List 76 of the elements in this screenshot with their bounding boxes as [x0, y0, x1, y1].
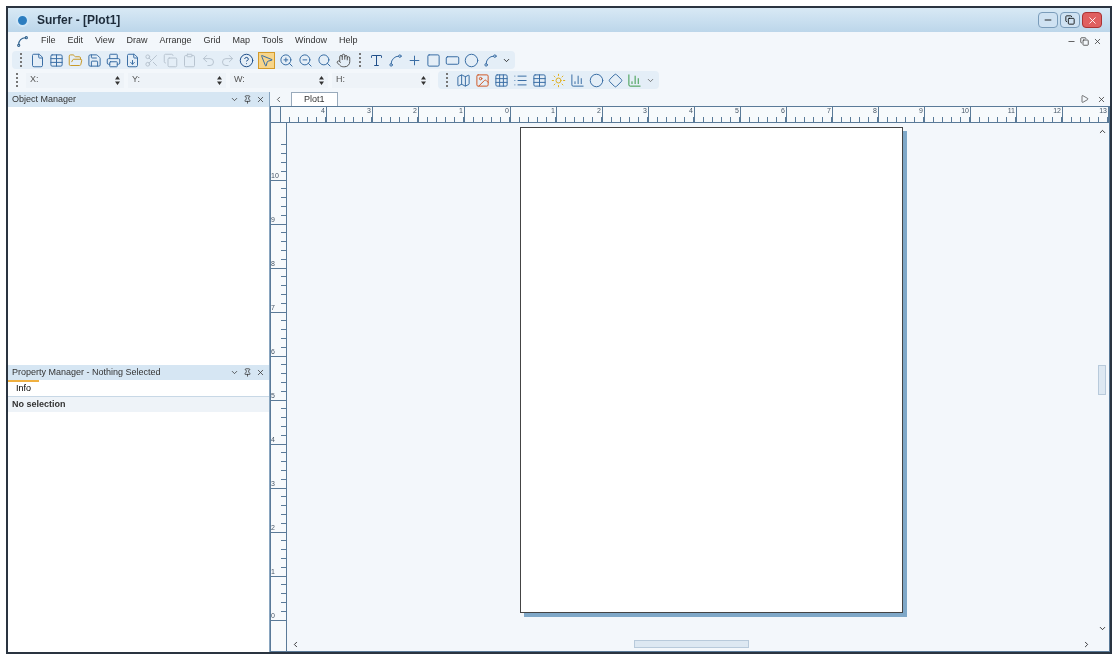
- coordinate-field[interactable]: H:: [332, 72, 430, 88]
- image-map-icon[interactable]: [475, 72, 490, 88]
- document-tab[interactable]: Plot1: [291, 91, 338, 107]
- text-icon[interactable]: [369, 52, 384, 68]
- spinner-icon[interactable]: [421, 75, 426, 85]
- close-icon: [1086, 14, 1098, 26]
- menu-item[interactable]: Tools: [261, 34, 283, 48]
- scroll-left-icon[interactable]: [291, 639, 300, 649]
- spinner-icon[interactable]: [217, 75, 222, 85]
- menu-item[interactable]: View: [95, 34, 115, 48]
- status-message: No selection: [12, 397, 66, 411]
- scroll-down-icon[interactable]: [1097, 624, 1107, 633]
- diamond-icon[interactable]: [608, 72, 623, 88]
- scroll-up-icon[interactable]: [1097, 127, 1107, 136]
- map-icon[interactable]: [456, 72, 471, 88]
- pin-icon[interactable]: [243, 368, 252, 377]
- zoom-in-icon[interactable]: [279, 52, 294, 68]
- spinner-icon[interactable]: [115, 75, 120, 85]
- ellipse-icon[interactable]: [464, 52, 479, 68]
- coordinate-field[interactable]: X:: [26, 72, 124, 88]
- coordinate-field[interactable]: Y:: [128, 72, 226, 88]
- symbol-icon[interactable]: [407, 52, 422, 68]
- close-icon[interactable]: [1097, 94, 1106, 104]
- menu-item[interactable]: Window: [295, 34, 327, 48]
- field-label: H:: [336, 73, 345, 87]
- zoom-out-icon[interactable]: [298, 52, 313, 68]
- menu-item[interactable]: Help: [339, 34, 358, 48]
- panel-title: Property Manager - Nothing Selected: [12, 365, 161, 379]
- menu-item[interactable]: Map: [232, 34, 250, 48]
- select-icon[interactable]: [259, 52, 274, 68]
- folder-icon[interactable]: [68, 52, 83, 68]
- bar-chart-icon[interactable]: [627, 72, 642, 88]
- list-icon[interactable]: [513, 72, 528, 88]
- scrollbar-thumb[interactable]: [633, 640, 749, 648]
- restore-icon[interactable]: [1080, 36, 1089, 46]
- tab-menu-icon[interactable]: [1081, 94, 1089, 103]
- window-title: Surfer - [Plot1]: [37, 12, 121, 29]
- panel-title: Object Manager: [12, 92, 77, 106]
- close-button[interactable]: [1082, 12, 1102, 28]
- printer-icon[interactable]: [106, 52, 121, 68]
- polyline-icon[interactable]: [483, 52, 498, 68]
- search-icon[interactable]: [317, 52, 332, 68]
- rectangle-icon[interactable]: [426, 52, 441, 68]
- close-icon[interactable]: [256, 95, 265, 104]
- grid-icon[interactable]: [494, 72, 509, 88]
- new-icon[interactable]: [30, 52, 45, 68]
- field-label: W:: [234, 73, 245, 87]
- table-icon[interactable]: [49, 52, 64, 68]
- scrollbar-thumb[interactable]: [1098, 365, 1106, 395]
- chart-icon[interactable]: [570, 72, 585, 88]
- tab-scroll-icon[interactable]: [274, 94, 283, 104]
- close-icon[interactable]: [256, 368, 265, 377]
- save-icon[interactable]: [87, 52, 102, 68]
- dropdown-icon[interactable]: [230, 368, 239, 377]
- table-icon[interactable]: [532, 72, 547, 88]
- export-icon[interactable]: [125, 52, 140, 68]
- menu-item[interactable]: File: [41, 34, 56, 48]
- dropdown-icon[interactable]: [230, 95, 239, 104]
- restore-icon: [1065, 15, 1075, 25]
- curve-icon[interactable]: [388, 52, 403, 68]
- hand-icon[interactable]: [336, 52, 351, 68]
- menu-item[interactable]: Draw: [126, 34, 148, 48]
- coordinate-field[interactable]: W:: [230, 72, 328, 88]
- menu-item[interactable]: Edit: [67, 34, 84, 48]
- spinner-icon[interactable]: [319, 75, 324, 85]
- menu-item[interactable]: Arrange: [159, 34, 192, 48]
- help-icon[interactable]: [239, 52, 254, 68]
- pin-icon[interactable]: [243, 95, 252, 104]
- app-menu-icon[interactable]: [16, 34, 29, 48]
- scroll-right-icon[interactable]: [1082, 639, 1091, 649]
- field-label: X:: [30, 73, 39, 87]
- field-label: Y:: [132, 73, 140, 87]
- close-icon[interactable]: [1093, 36, 1102, 46]
- menu-item[interactable]: Grid: [203, 34, 221, 48]
- app-logo-icon: [16, 13, 29, 27]
- restore-button[interactable]: [1060, 12, 1080, 28]
